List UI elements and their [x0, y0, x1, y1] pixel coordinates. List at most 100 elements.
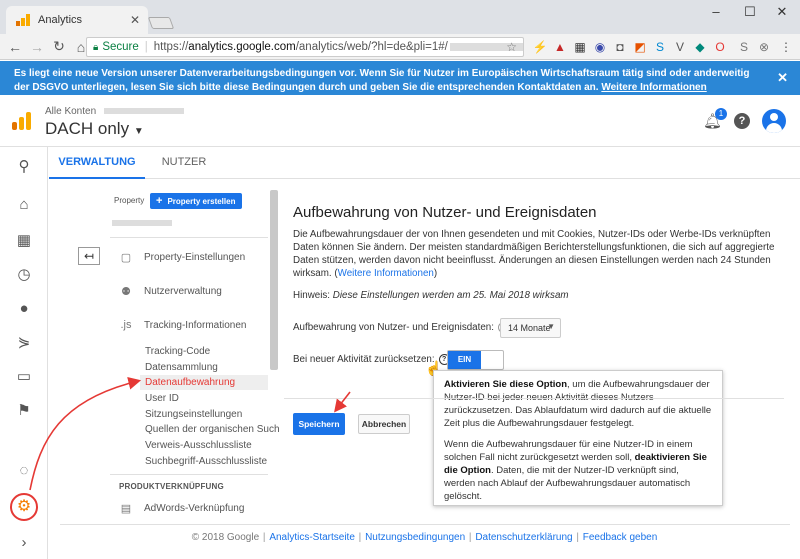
bookmark-star-icon[interactable]: ☆: [506, 40, 517, 54]
extension-opera-icon[interactable]: O: [712, 39, 728, 55]
property-label: Property: [114, 196, 145, 205]
extension-grid-icon[interactable]: ▦: [572, 39, 588, 55]
description-more-info-link[interactable]: Weitere Informationen: [338, 268, 434, 279]
tab-close-icon[interactable]: ✕: [130, 13, 140, 27]
group-icon: ⚉: [121, 286, 131, 298]
extension-bolt-icon[interactable]: ⚡: [532, 39, 548, 55]
property-settings-item[interactable]: ▢ Property-Einstellungen: [118, 251, 245, 264]
analytics-favicon-icon: [16, 14, 30, 26]
acquisition-icon[interactable]: ⋟: [12, 331, 36, 355]
tab-verwaltung[interactable]: VERWALTUNG: [49, 147, 145, 179]
subitem-user-id[interactable]: User ID: [145, 393, 179, 404]
extension-diamond-icon[interactable]: ◆: [692, 39, 708, 55]
extension-v-icon[interactable]: V: [672, 39, 688, 55]
notification-badge: 1: [715, 108, 727, 120]
lock-icon: 🔒︎: [93, 41, 99, 53]
subitem-session-settings[interactable]: Sitzungseinstellungen: [145, 409, 242, 420]
divider: [110, 474, 268, 475]
subitem-organic-search[interactable]: Quellen der organischen Such: [145, 424, 280, 435]
help-tooltip: Aktivieren Sie diese Option, um die Aufb…: [433, 370, 723, 506]
browser-menu-icon[interactable]: ⋮: [778, 39, 794, 55]
breadcrumb[interactable]: Alle Konten: [45, 106, 185, 117]
subitem-referral-exclusion[interactable]: Verweis-Ausschlussliste: [145, 440, 252, 451]
subitem-search-term-exclusion[interactable]: Suchbegriff-Ausschlussliste: [145, 456, 267, 467]
banner-close-icon[interactable]: ✕: [777, 71, 788, 85]
flag-icon[interactable]: ⚑: [12, 399, 36, 423]
extension-eye-icon[interactable]: ◉: [592, 39, 608, 55]
address-separator: |: [144, 41, 148, 53]
clock-icon[interactable]: ◷: [12, 263, 36, 287]
extension-s2-icon[interactable]: S: [736, 39, 752, 55]
extension-chart-icon[interactable]: ◩: [632, 39, 648, 55]
cancel-button[interactable]: Abbrechen: [358, 414, 410, 434]
reload-icon[interactable]: ↻: [48, 38, 70, 55]
lightbulb-icon[interactable]: ◌: [12, 459, 36, 483]
page-icon: ▢: [120, 252, 132, 264]
secure-label: Secure: [102, 41, 139, 53]
footer-link-privacy[interactable]: Datenschutzerklärung: [475, 532, 572, 543]
dashboard-icon[interactable]: ▦: [12, 229, 36, 253]
footer-link-terms[interactable]: Nutzungsbedingungen: [365, 532, 465, 543]
footer-link-feedback[interactable]: Feedback geben: [583, 532, 658, 543]
tab-title: Analytics: [38, 14, 83, 26]
back-icon[interactable]: ↤: [78, 247, 100, 265]
divider: [60, 524, 790, 525]
person-icon[interactable]: ●: [12, 297, 36, 321]
behavior-icon[interactable]: ▭: [12, 365, 36, 389]
subitem-tracking-code[interactable]: Tracking-Code: [145, 346, 210, 357]
extension-x-icon[interactable]: ⊗: [756, 39, 772, 55]
avatar[interactable]: [762, 109, 786, 133]
extension-pocket-icon[interactable]: ◘: [612, 39, 628, 55]
window-close-icon[interactable]: ✕: [772, 4, 792, 20]
subitem-data-collection[interactable]: Datensammlung: [145, 362, 218, 373]
search-icon[interactable]: ⚲: [12, 155, 36, 179]
footer-link-analytics-home[interactable]: Analytics-Startseite: [269, 532, 355, 543]
tab-nutzer[interactable]: NUTZER: [145, 147, 223, 179]
gdpr-banner: Es liegt eine neue Version unserer Daten…: [0, 61, 800, 95]
extension-pdf-icon[interactable]: ▲: [552, 39, 568, 55]
banner-more-info-link[interactable]: Weitere Informationen: [601, 82, 706, 93]
subitem-data-retention[interactable]: Datenaufbewahrung: [145, 377, 235, 388]
retention-label: Aufbewahrung von Nutzer- und Ereignisdat…: [293, 322, 509, 333]
hint-text: Hinweis: Diese Einstellungen werden am 2…: [293, 290, 569, 301]
caret-down-icon: ▼: [547, 322, 555, 331]
retention-period-select[interactable]: 14 Monate ▼: [500, 318, 561, 338]
admin-tabs: VERWALTUNG NUTZER: [49, 147, 800, 179]
product-linking-heading: PRODUKTVERKNÜPFUNG: [119, 482, 224, 491]
caret-down-icon: ▼: [133, 126, 144, 137]
js-icon: .js: [120, 319, 132, 331]
extension-s-icon[interactable]: S: [652, 39, 668, 55]
adwords-icon: ▤: [120, 503, 132, 515]
home-nav-icon[interactable]: ⌂: [12, 193, 36, 217]
new-tab-button[interactable]: [147, 17, 175, 29]
browser-tab[interactable]: Analytics ✕: [6, 6, 148, 34]
plus-icon: +: [156, 195, 163, 207]
divider: [284, 398, 784, 399]
expand-chevron-icon[interactable]: ›: [12, 531, 36, 555]
tracking-info-item[interactable]: .js Tracking-Informationen: [118, 319, 247, 331]
help-icon[interactable]: ?: [734, 113, 750, 129]
minimize-icon[interactable]: –: [706, 4, 726, 19]
create-property-button[interactable]: + Property erstellen: [150, 193, 242, 209]
maximize-icon[interactable]: ☐: [740, 4, 760, 20]
user-management-item[interactable]: ⚉ Nutzerverwaltung: [118, 285, 222, 298]
back-arrow-icon[interactable]: ←: [4, 39, 26, 55]
footer: © 2018 Google | Analytics-Startseite | N…: [191, 532, 658, 543]
account-selector[interactable]: DACH only ▼: [45, 119, 144, 139]
toggle-on-state: EIN: [448, 351, 481, 369]
page-description: Die Aufbewahrungsdauer der von Ihnen ges…: [293, 229, 775, 279]
notifications-bell-icon[interactable]: 🔔︎ 1: [703, 108, 727, 130]
adwords-linking-item[interactable]: ▤ AdWords-Verknüpfung: [118, 502, 245, 515]
admin-gear-icon[interactable]: ⚙: [10, 493, 38, 521]
divider: [110, 237, 268, 238]
address-bar[interactable]: 🔒︎ Secure | https://analytics.google.com…: [86, 37, 524, 57]
analytics-logo-icon: [12, 112, 31, 130]
left-nav-rail: ⚲ ⌂ ▦ ◷ ● ⋟ ▭ ⚑ ◌ ⚙ ›: [0, 147, 48, 559]
save-button[interactable]: Speichern: [293, 413, 345, 435]
reset-on-activity-toggle[interactable]: EIN: [447, 350, 504, 370]
forward-arrow-icon[interactable]: →: [26, 39, 48, 55]
property-scrollbar[interactable]: [270, 190, 278, 370]
browser-titlebar: Analytics ✕ – ☐ ✕: [0, 0, 800, 34]
page-title: Aufbewahrung von Nutzer- und Ereignisdat…: [293, 204, 597, 221]
annotation-arrow-to-save: [334, 391, 351, 413]
